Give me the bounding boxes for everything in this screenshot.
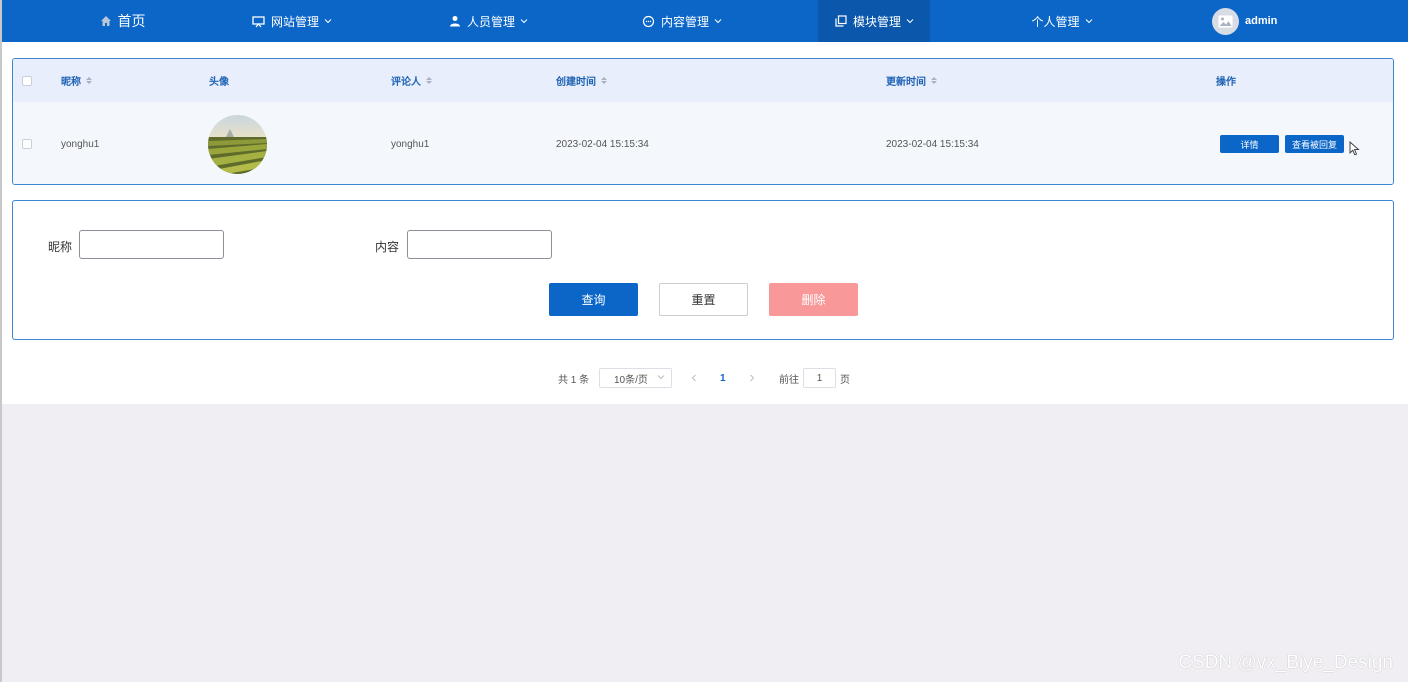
row-checkbox[interactable] [22, 102, 32, 184]
mouse-cursor-icon [1349, 106, 1360, 184]
table-row: yonghu1 yonghu1 2023-02-04 15:15:34 2023… [13, 102, 1393, 184]
image-placeholder-icon [1218, 15, 1233, 27]
nav-item-module-management[interactable]: 模块管理 [818, 0, 930, 42]
column-header-avatar-label: 头像 [209, 77, 229, 88]
column-header-commenter[interactable]: 评论人 [391, 59, 432, 102]
query-button[interactable]: 查询 [549, 283, 638, 316]
reset-button[interactable]: 重置 [659, 283, 748, 316]
nav-item-content-management[interactable]: 内容管理 [632, 0, 732, 42]
watermark: CSDN @vx_Biye_Design [1178, 652, 1393, 673]
chevron-down-icon [1085, 17, 1093, 25]
home-icon [99, 14, 113, 28]
user-avatar [1212, 7, 1239, 35]
column-header-updated-label: 更新时间 [886, 77, 926, 88]
page-number-1[interactable]: 1 [720, 368, 726, 388]
column-header-nickname-label: 昵称 [61, 77, 81, 88]
top-navigation-bar: 首页 网站管理 人员管理 内容管理 模块管理 个人管理 admin [2, 0, 1408, 42]
detail-button[interactable]: 详情 [1220, 135, 1279, 153]
pagination-total: 共 1 条 [558, 374, 590, 386]
avatar-image [208, 114, 267, 174]
column-header-updated[interactable]: 更新时间 [886, 59, 937, 102]
chevron-down-icon [714, 17, 722, 25]
goto-page-input[interactable]: 1 [803, 368, 836, 388]
page-jumper: 前往 1 页 [779, 368, 850, 388]
table-header: 昵称 头像 评论人 创建时间 更新时间 操作 [13, 59, 1393, 102]
nav-home-label: 首页 [117, 13, 146, 29]
chevron-down-icon [324, 17, 332, 25]
cell-actions: 详情 查看被回复 [1220, 102, 1344, 184]
nickname-label: 昵称 [48, 240, 73, 254]
delete-button[interactable]: 删除 [769, 283, 858, 316]
column-header-avatar: 头像 [209, 59, 229, 102]
sort-icon[interactable] [931, 77, 937, 84]
view-replies-button[interactable]: 查看被回复 [1285, 135, 1344, 153]
nickname-input[interactable] [79, 230, 224, 259]
chat-icon [642, 14, 656, 28]
goto-prefix: 前往 [779, 374, 799, 386]
chevron-down-icon [520, 17, 528, 25]
column-header-actions: 操作 [1216, 59, 1236, 102]
chevron-left-icon [691, 374, 696, 382]
nav-item-personal-management[interactable]: 个人管理 [1012, 0, 1112, 42]
cell-created-time: 2023-02-04 15:15:34 [556, 138, 649, 150]
column-header-nickname[interactable]: 昵称 [61, 59, 92, 102]
nav-item-personnel-management[interactable]: 人员管理 [438, 0, 538, 42]
data-table: 昵称 头像 评论人 创建时间 更新时间 操作 yonghu1 yonghu1 2… [12, 58, 1394, 185]
sort-icon[interactable] [426, 77, 432, 84]
page-size-value: 10条/页 [614, 374, 648, 386]
nav-user-menu[interactable]: admin [1212, 0, 1292, 42]
cell-nickname: yonghu1 [61, 138, 100, 150]
column-header-created[interactable]: 创建时间 [556, 59, 607, 102]
chevron-down-icon [906, 17, 914, 25]
nav-personal-label: 个人管理 [1031, 14, 1080, 29]
user-icon [448, 14, 462, 28]
nav-item-website-management[interactable]: 网站管理 [242, 0, 342, 42]
chevron-down-icon [657, 373, 665, 384]
goto-suffix: 页 [840, 374, 850, 386]
next-page-button[interactable] [748, 368, 756, 388]
select-all-checkbox[interactable] [22, 59, 32, 102]
content-label: 内容 [375, 240, 400, 254]
content-input[interactable] [407, 230, 552, 259]
sort-icon[interactable] [86, 77, 92, 84]
nav-personnel-label: 人员管理 [466, 14, 515, 29]
nav-module-label: 模块管理 [852, 14, 901, 29]
nav-content-label: 内容管理 [660, 14, 709, 29]
column-header-actions-label: 操作 [1216, 77, 1236, 88]
username: admin [1245, 15, 1278, 27]
copy-icon [834, 14, 848, 28]
monitor-icon [252, 14, 266, 28]
column-header-commenter-label: 评论人 [391, 77, 421, 88]
main-content: 昵称 头像 评论人 创建时间 更新时间 操作 yonghu1 yonghu1 2… [2, 42, 1408, 404]
search-form: 昵称 内容 查询 重置 删除 [12, 200, 1394, 340]
cell-avatar [208, 102, 267, 184]
cell-updated-time: 2023-02-04 15:15:34 [886, 138, 979, 150]
column-header-created-label: 创建时间 [556, 77, 596, 88]
chevron-right-icon [750, 374, 755, 382]
nav-website-label: 网站管理 [270, 14, 319, 29]
prev-page-button[interactable] [690, 368, 698, 388]
sort-icon[interactable] [601, 77, 607, 84]
cell-commenter: yonghu1 [391, 138, 430, 150]
nav-item-home[interactable]: 首页 [82, 0, 162, 42]
page-size-select[interactable]: 10条/页 [599, 368, 672, 388]
